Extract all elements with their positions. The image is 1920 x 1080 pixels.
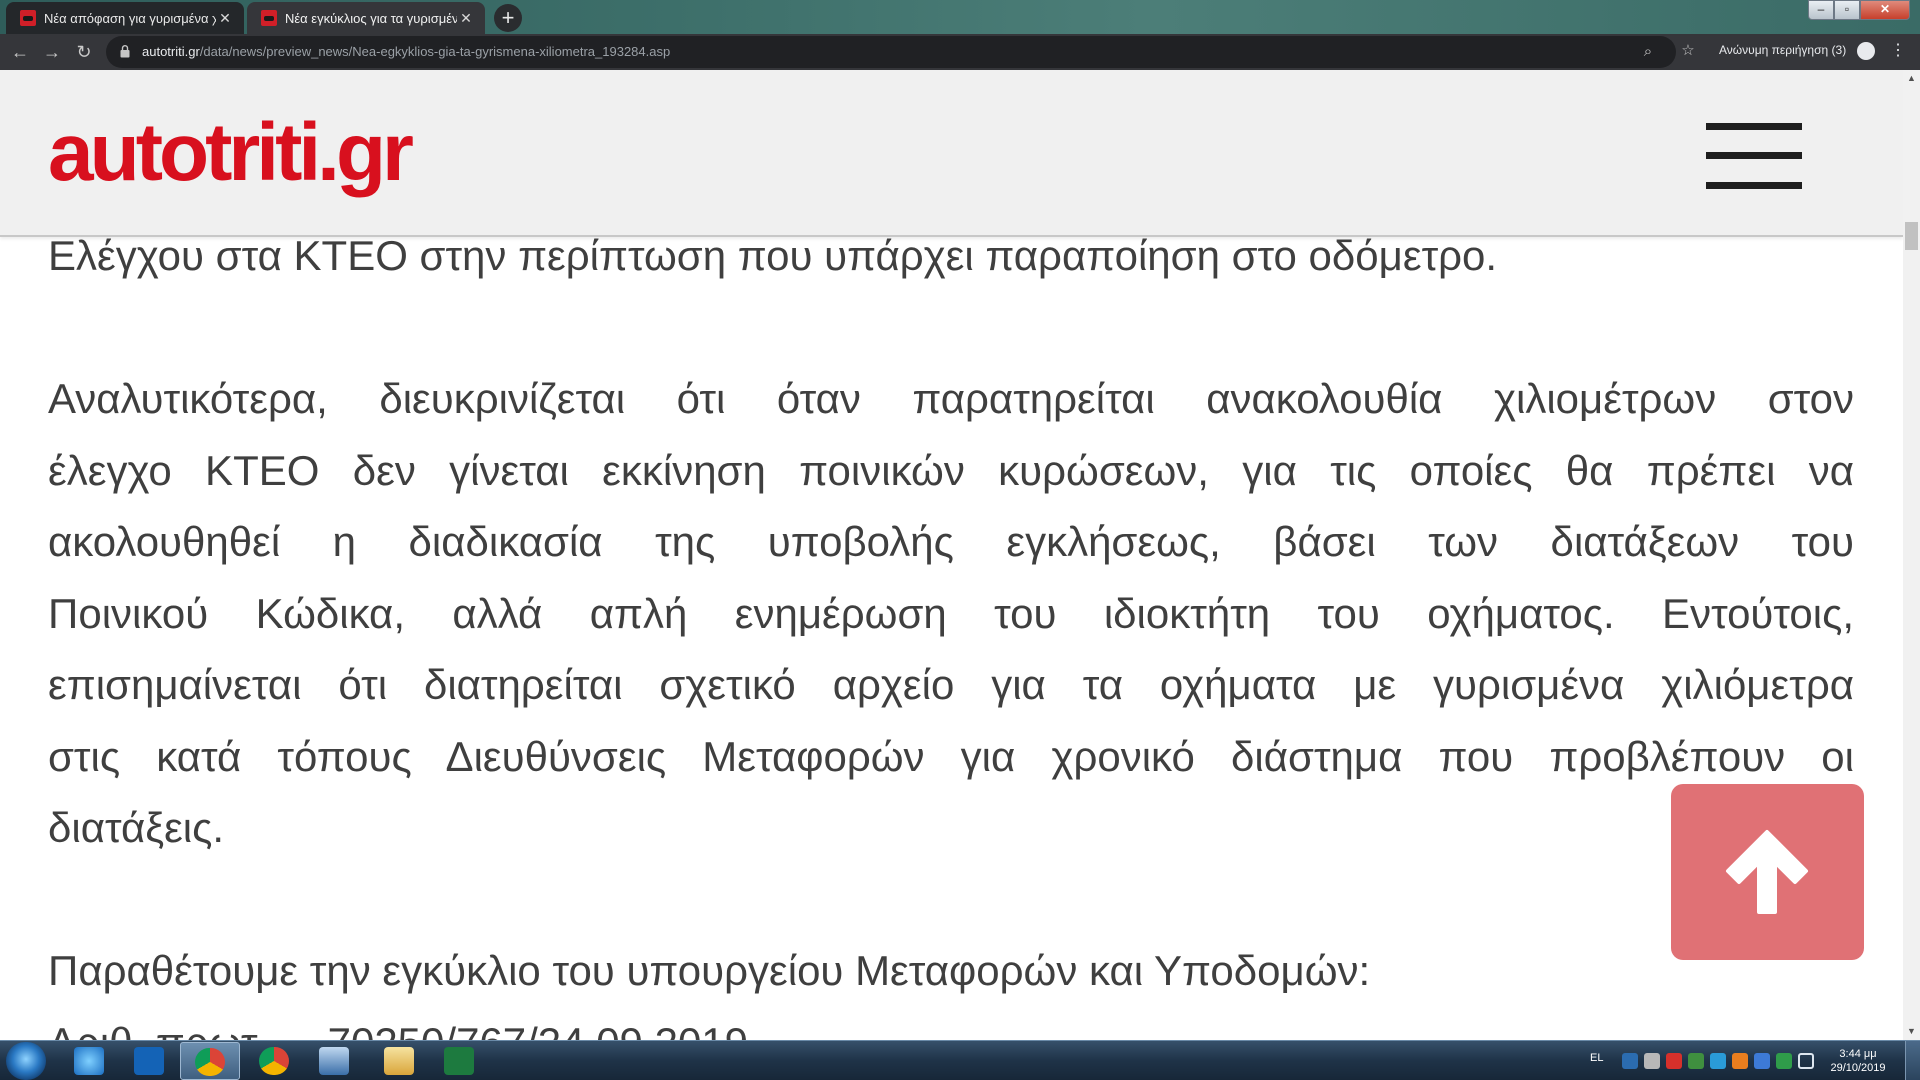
article-line: Παραθέτουμε την εγκύκλιο του υπουργείου … — [48, 947, 1371, 994]
screen: Νέα απόφαση για γυρισμένα χι ✕ Νέα εγκύκ… — [0, 0, 1920, 1080]
article-line: ακολουθηθεί η διαδικασία της υποβολής εγ… — [48, 518, 1854, 565]
clock-time: 3:44 μμ — [1839, 1048, 1877, 1060]
tab-2[interactable]: Νέα εγκύκλιος για τα γυρισμένα ✕ — [247, 2, 485, 34]
show-desktop-button[interactable] — [1905, 1041, 1920, 1080]
taskbar-app-outlook[interactable] — [120, 1042, 180, 1080]
star-icon[interactable]: ☆ — [1678, 41, 1698, 61]
chrome-icon — [195, 1048, 225, 1076]
close-tab-icon[interactable]: ✕ — [216, 10, 234, 27]
tab-title: Νέα απόφαση για γυρισμένα χι — [44, 10, 216, 26]
hamburger-icon[interactable] — [1706, 123, 1802, 189]
taskbar-app-ie[interactable] — [60, 1042, 120, 1080]
new-tab-button[interactable]: + — [494, 4, 522, 32]
tab-title: Νέα εγκύκλιος για τα γυρισμένα — [285, 10, 457, 26]
close-window-button[interactable]: ✕ — [1860, 0, 1910, 20]
url-host: autotriti.gr — [142, 44, 200, 59]
tray-skype-icon[interactable] — [1710, 1053, 1726, 1069]
reload-icon[interactable]: ↻ — [72, 40, 96, 64]
minimize-button[interactable]: – — [1808, 0, 1834, 20]
back-to-top-button[interactable] — [1671, 784, 1864, 960]
zoom-icon[interactable]: ⌕ — [1638, 42, 1658, 62]
incognito-icon[interactable] — [1857, 42, 1875, 60]
tray-app-icon[interactable] — [1754, 1053, 1770, 1069]
scroll-thumb[interactable] — [1905, 222, 1918, 250]
taskbar-app-network[interactable] — [305, 1042, 365, 1080]
incognito-label[interactable]: Ανώνυμη περιήγηση (3) — [1719, 43, 1846, 57]
article-line: Ποινικού Κώδικα, αλλά απλή ενημέρωση του… — [48, 589, 1854, 637]
windows-taskbar: EL 3:44 μμ 29/10/2019 — [0, 1040, 1920, 1080]
article-line: έλεγχο ΚΤΕΟ δεν γίνεται εκκίνηση ποινικώ… — [48, 446, 1854, 494]
taskbar-app-chrome[interactable] — [180, 1042, 240, 1080]
scroll-up-icon[interactable]: ▲ — [1903, 70, 1920, 87]
site-header: autotriti.gr — [0, 70, 1903, 237]
taskbar-clock[interactable]: 3:44 μμ 29/10/2019 — [1828, 1047, 1888, 1075]
file-explorer-icon — [384, 1047, 414, 1075]
scroll-down-icon[interactable]: ▼ — [1903, 1023, 1920, 1040]
internet-explorer-icon — [74, 1047, 104, 1075]
outlook-icon — [134, 1047, 164, 1075]
url-text: autotriti.gr/data/news/preview_news/Nea-… — [142, 44, 670, 59]
url-path: /data/news/preview_news/Nea-egkyklios-gi… — [199, 44, 671, 59]
article-paragraph: Αναλυτικότερα, διευκρινίζεται ότι όταν π… — [48, 363, 1854, 864]
web-page: autotriti.gr Ελέγχου στα ΚΤΕΟ στην περίπ… — [0, 70, 1903, 1040]
close-tab-icon[interactable]: ✕ — [457, 10, 475, 27]
tray-antivirus-icon[interactable] — [1666, 1053, 1682, 1069]
address-bar[interactable]: autotriti.gr/data/news/preview_news/Nea-… — [106, 36, 1695, 68]
site-favicon-icon — [20, 10, 36, 26]
article-line: Αναλυτικότερα, διευκρινίζεται ότι όταν π… — [48, 375, 1854, 422]
article-line: στις κατά τόπους Διευθύνσεις Μεταφορών γ… — [48, 732, 1854, 780]
article-line: διατάξεις. — [48, 804, 225, 851]
excel-icon — [444, 1047, 474, 1075]
tray-app-icon[interactable] — [1732, 1053, 1748, 1069]
start-button[interactable] — [6, 1042, 46, 1080]
article-line-partial: Αριθ. πρωτ. ... 70250/767/24.09.2019 — [48, 1007, 1854, 1041]
language-indicator[interactable]: EL — [1590, 1052, 1603, 1064]
browser-toolbar: ← → ↻ autotriti.gr/data/news/preview_new… — [0, 34, 1920, 70]
clock-date: 29/10/2019 — [1830, 1062, 1886, 1074]
maximize-button[interactable]: ▫ — [1834, 0, 1860, 20]
tray-app-icon[interactable] — [1776, 1053, 1792, 1069]
arrow-up-icon — [1726, 830, 1808, 914]
article-line: επισημαίνεται ότι διατηρείται σχετικό αρ… — [48, 661, 1854, 708]
network-icon — [319, 1047, 349, 1075]
lock-icon — [120, 45, 130, 58]
site-logo[interactable]: autotriti.gr — [48, 112, 414, 194]
forward-icon[interactable]: → — [40, 40, 64, 64]
taskbar-app-chrome-2[interactable] — [245, 1042, 305, 1080]
site-favicon-icon — [261, 10, 277, 26]
tray-outlook-icon[interactable] — [1622, 1053, 1638, 1069]
taskbar-app-excel[interactable] — [430, 1042, 490, 1080]
tray-app-icon[interactable] — [1688, 1053, 1704, 1069]
back-icon[interactable]: ← — [8, 40, 32, 64]
article-body: Ελέγχου στα ΚΤΕΟ στην περίπτωση που υπάρ… — [48, 220, 1854, 1040]
tab-1[interactable]: Νέα απόφαση για γυρισμένα χι ✕ — [6, 2, 244, 34]
menu-icon[interactable]: ⋮ — [1890, 41, 1906, 61]
tray-network-icon[interactable] — [1644, 1053, 1660, 1069]
page-scrollbar[interactable]: ▲ ▼ — [1903, 70, 1920, 1040]
volume-icon[interactable] — [1798, 1053, 1814, 1069]
taskbar-app-explorer[interactable] — [370, 1042, 430, 1080]
chrome-icon — [259, 1047, 289, 1075]
browser-titlebar: Νέα απόφαση για γυρισμένα χι ✕ Νέα εγκύκ… — [0, 0, 1920, 34]
